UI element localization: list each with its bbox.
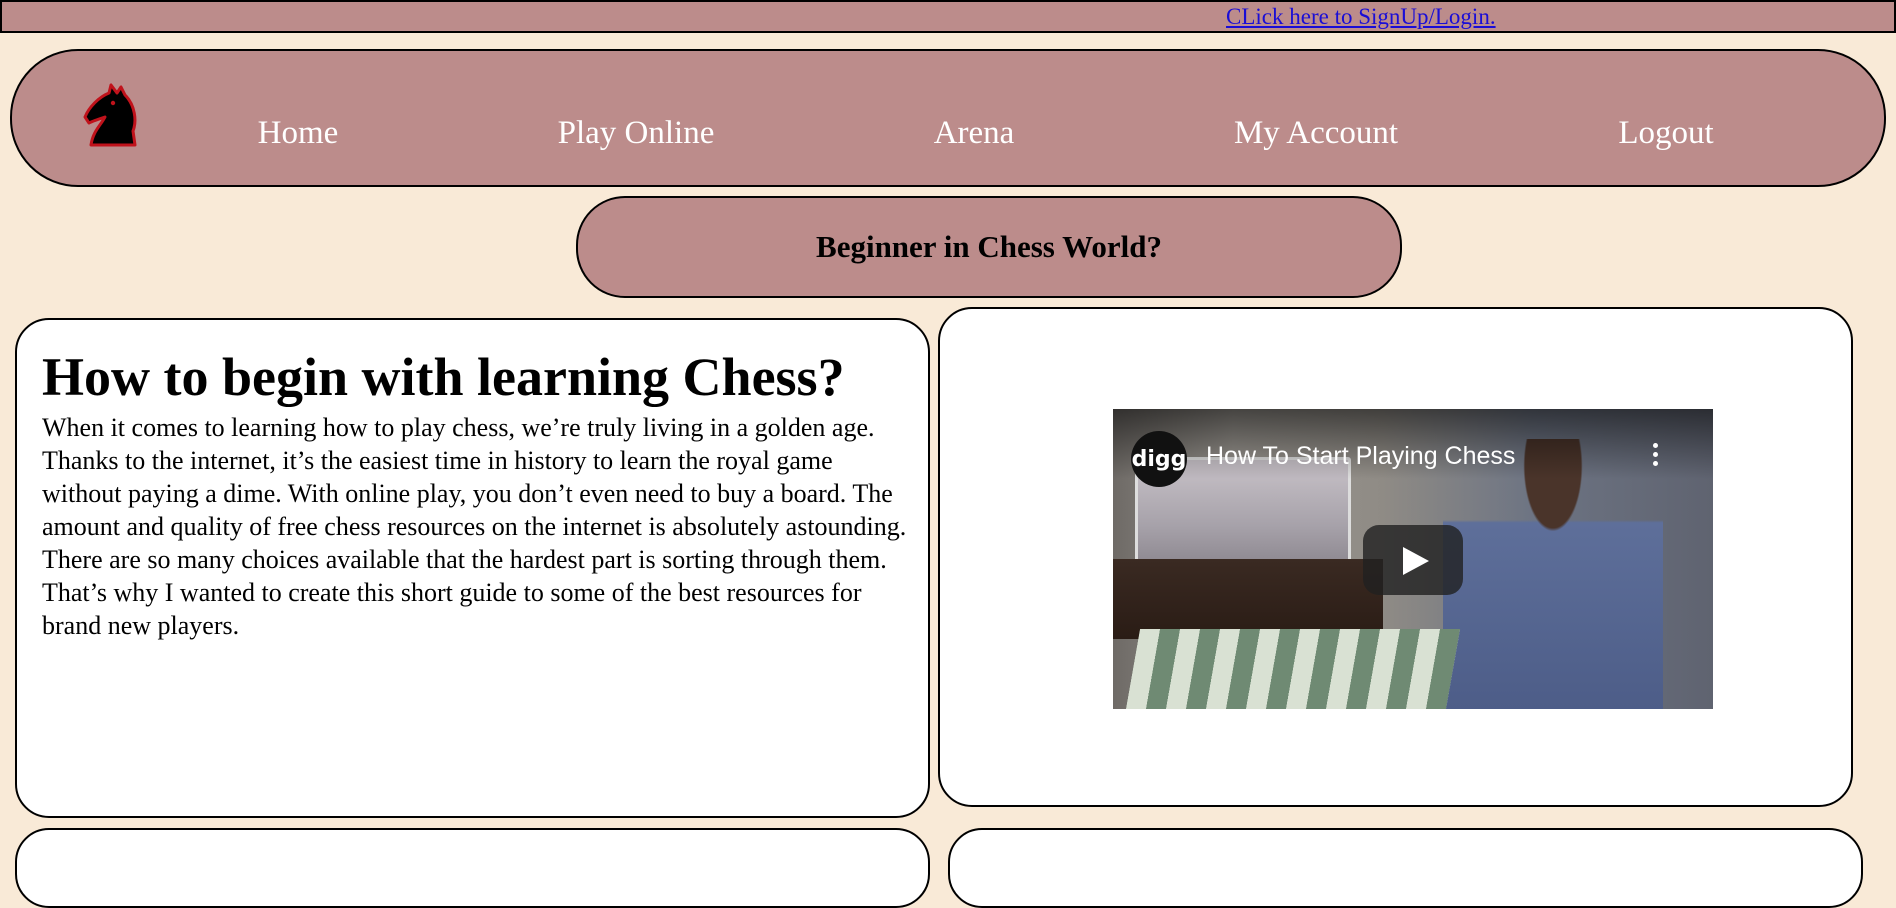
intro-card: How to begin with learning Chess? When i… xyxy=(15,318,930,818)
video-thumbnail-person xyxy=(1443,439,1663,709)
video-thumbnail-shelf xyxy=(1113,559,1383,639)
signup-login-link[interactable]: CLick here to SignUp/Login. xyxy=(1226,4,1496,30)
play-icon[interactable] xyxy=(1363,525,1463,595)
nav-home[interactable]: Home xyxy=(258,115,339,152)
video-card: digg How To Start Playing Chess xyxy=(938,307,1853,807)
video-thumbnail-chessboard xyxy=(1125,629,1461,709)
beginner-banner-text: Beginner in Chess World? xyxy=(816,229,1162,264)
nav-my-account[interactable]: My Account xyxy=(1234,115,1398,152)
intro-body: When it comes to learning how to play ch… xyxy=(42,413,907,640)
video-title[interactable]: How To Start Playing Chess xyxy=(1206,442,1515,471)
bottom-left-card xyxy=(15,828,930,908)
nav-play-online[interactable]: Play Online xyxy=(558,115,715,152)
nav-arena[interactable]: Arena xyxy=(934,115,1015,152)
intro-heading: How to begin with learning Chess? xyxy=(42,347,845,407)
top-bar: CLick here to SignUp/Login. xyxy=(0,0,1896,33)
channel-avatar[interactable]: digg xyxy=(1131,431,1187,487)
chess-knight-icon[interactable] xyxy=(77,81,145,149)
nav-logout[interactable]: Logout xyxy=(1618,115,1713,152)
beginner-banner: Beginner in Chess World? xyxy=(576,196,1402,298)
video-player[interactable]: digg How To Start Playing Chess xyxy=(1113,409,1713,709)
bottom-right-card xyxy=(948,828,1863,908)
more-options-icon[interactable] xyxy=(1650,443,1660,471)
main-nav: Home Play Online Arena My Account Logout xyxy=(10,49,1886,187)
